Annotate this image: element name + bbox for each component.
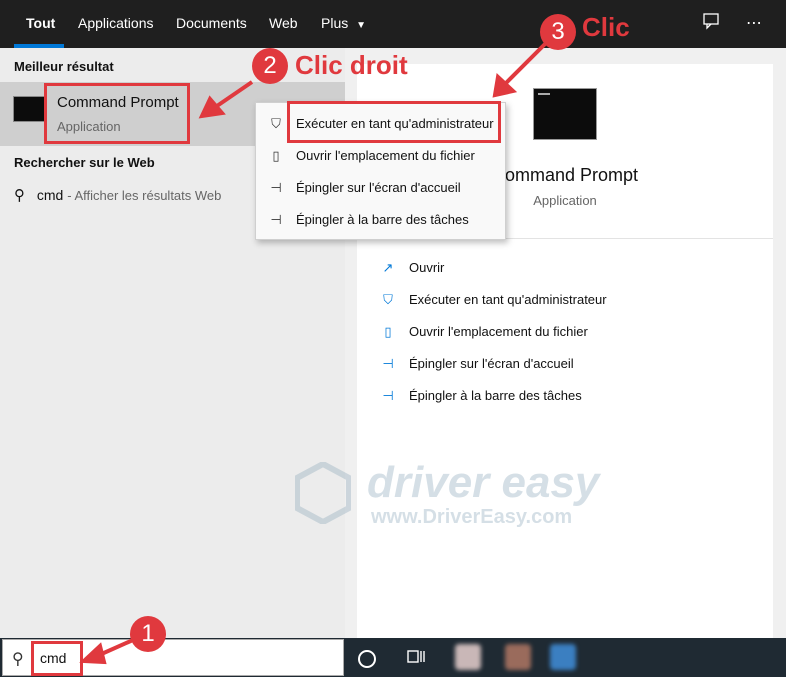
step-2-badge: 2	[252, 48, 288, 84]
step-3-label: Clic	[582, 12, 630, 42]
annotation-arrows	[79, 42, 547, 665]
step-1-badge: 1	[130, 616, 166, 652]
step-3-badge: 3	[540, 14, 576, 50]
step-2-label: Clic droit	[295, 50, 408, 80]
